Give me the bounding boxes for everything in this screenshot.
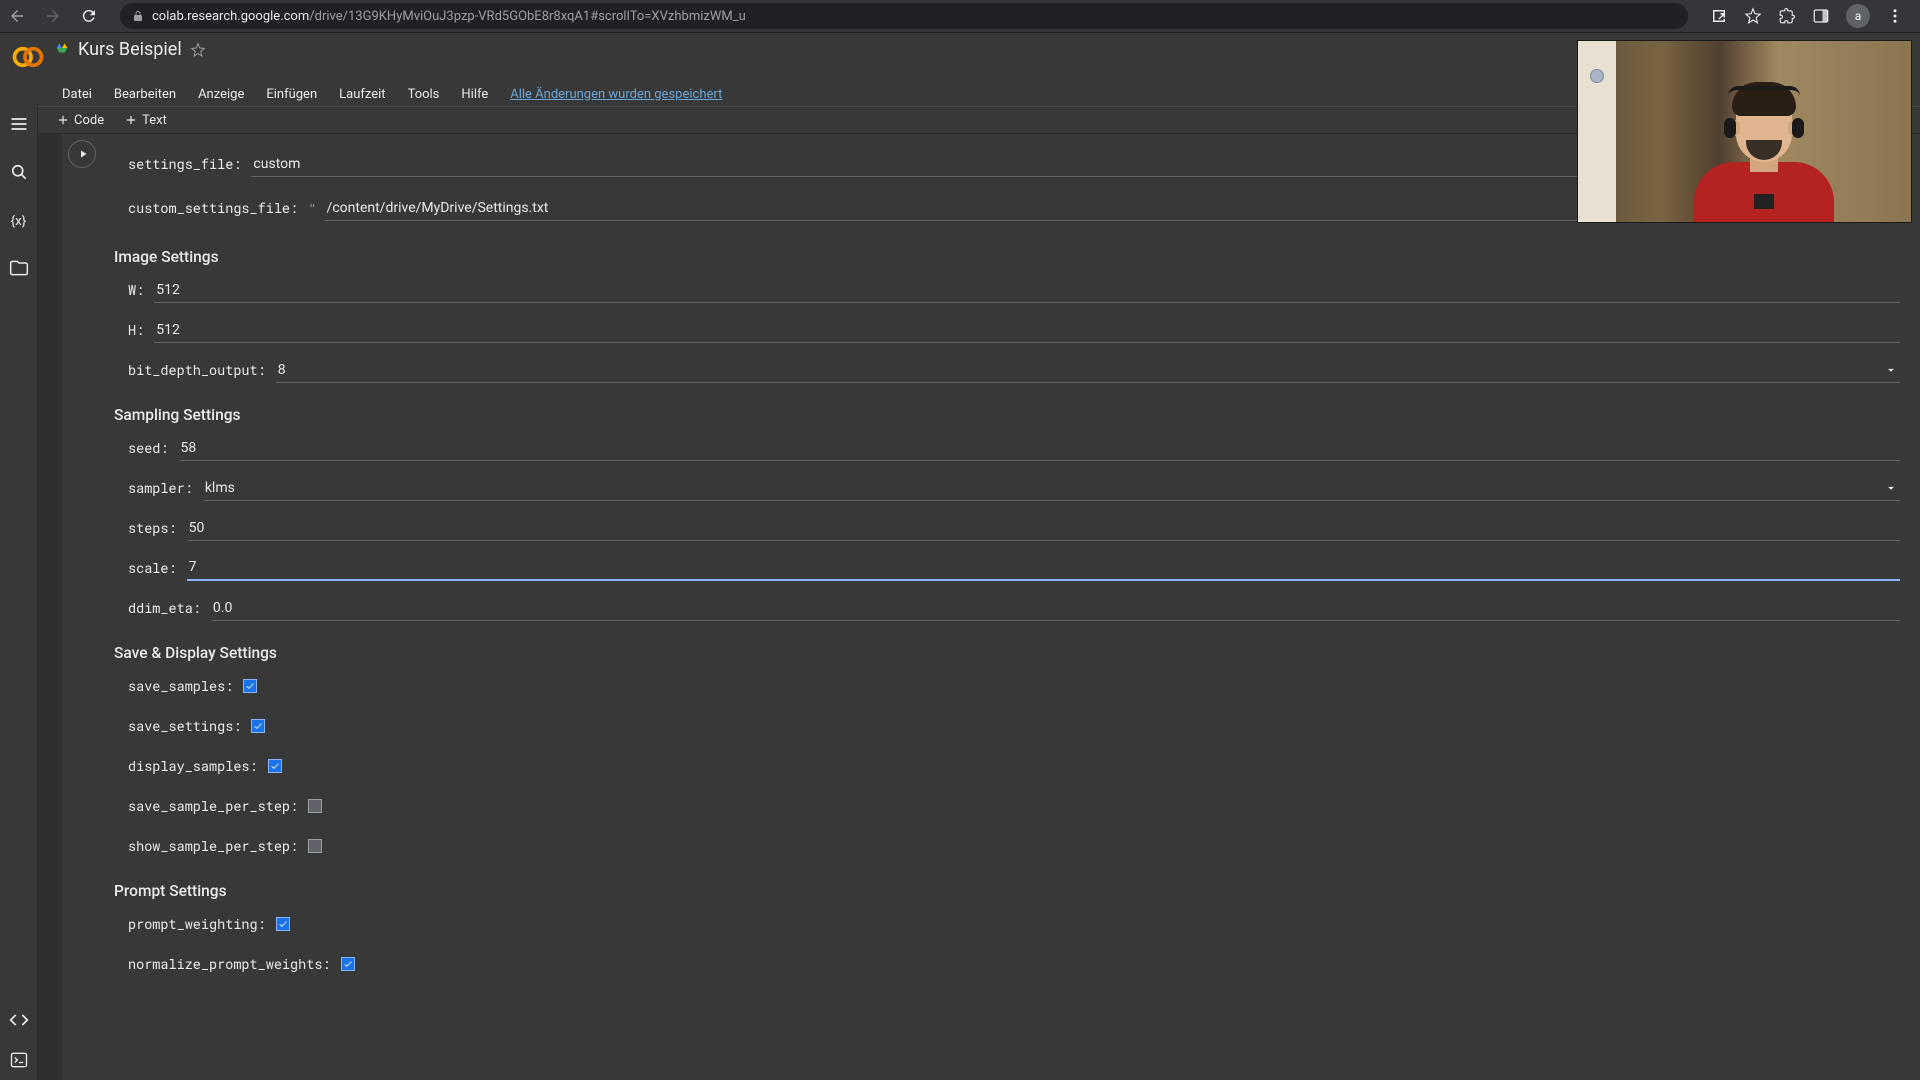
notebook-area: settings_file: custom custom_settings_fi… [38,134,1920,1080]
steps-label: steps: [114,519,177,537]
profile-avatar[interactable]: a [1846,4,1870,28]
menu-bearbeiten[interactable]: Bearbeiten [114,87,176,102]
plus-icon [56,113,70,127]
check-icon [245,681,255,691]
star-outline-icon[interactable] [190,42,206,58]
lock-icon [132,10,144,22]
colab-logo[interactable] [10,39,46,75]
terminal-icon[interactable] [9,1050,29,1070]
menu-datei[interactable]: Datei [62,87,92,102]
show-sample-per-step-label: show_sample_per_step: [114,837,298,855]
menu-tools[interactable]: Tools [408,87,440,102]
install-icon[interactable] [1710,7,1728,25]
bit-depth-label: bit_depth_output: [114,361,266,379]
custom-settings-file-label: custom_settings_file: [114,199,298,217]
ddim-eta-input[interactable] [211,596,1900,621]
play-icon [77,148,89,160]
extensions-icon[interactable] [1778,7,1796,25]
quote-char: " [308,199,316,218]
check-icon [270,761,280,771]
save-status[interactable]: Alle Änderungen wurden gespeichert [510,87,722,102]
steps-input[interactable] [187,516,1900,541]
menu-hilfe[interactable]: Hilfe [461,87,488,102]
seed-input[interactable] [179,436,1900,461]
normalize-prompt-weights-checkbox[interactable] [341,957,355,971]
sampling-settings-header: Sampling Settings [114,406,1900,424]
bit-depth-value: 8 [278,362,286,378]
menu-anzeige[interactable]: Anzeige [198,87,244,102]
seed-label: seed: [114,439,169,457]
cell-gutter [38,134,62,1080]
search-icon[interactable] [9,162,29,182]
display-samples-checkbox[interactable] [268,759,282,773]
reload-icon[interactable] [80,7,98,25]
back-icon[interactable] [8,7,26,25]
menu-einfuegen[interactable]: Einfügen [266,87,317,102]
prompt-weighting-label: prompt_weighting: [114,915,266,933]
image-settings-header: Image Settings [114,248,1900,266]
forward-icon[interactable] [44,7,62,25]
code-snippets-icon[interactable] [9,1010,29,1030]
svg-text:{x}: {x} [10,214,26,229]
notebook-title[interactable]: Kurs Beispiel [78,39,182,60]
add-text-label: Text [142,113,167,128]
sampler-value: klms [205,480,235,496]
menu-laufzeit[interactable]: Laufzeit [339,87,385,102]
chevron-down-icon [1884,481,1898,495]
h-input[interactable] [154,318,1900,343]
save-display-header: Save & Display Settings [114,644,1900,662]
bit-depth-select[interactable]: 8 [276,358,1900,383]
chevron-down-icon [1884,363,1898,377]
check-icon [278,919,288,929]
add-code-button[interactable]: Code [56,113,104,128]
side-panel-icon[interactable] [1812,7,1830,25]
cell-form: settings_file: custom custom_settings_fi… [114,144,1900,984]
left-rail: {x} [0,106,38,1080]
save-settings-label: save_settings: [114,717,241,735]
files-icon[interactable] [9,258,29,278]
sampler-label: sampler: [114,479,193,497]
prompt-settings-header: Prompt Settings [114,882,1900,900]
scale-label: scale: [114,559,177,577]
webcam-overlay [1577,40,1912,223]
w-label: W: [114,281,144,299]
display-samples-label: display_samples: [114,757,258,775]
show-sample-per-step-checkbox[interactable] [308,839,322,853]
drive-icon [54,42,70,58]
variables-icon[interactable]: {x} [9,210,29,230]
settings-file-value: custom [253,156,300,172]
url-text: colab.research.google.com/drive/13G9KHyM… [152,9,1676,24]
webcam-indicator-icon [1590,69,1604,83]
save-sample-per-step-label: save_sample_per_step: [114,797,298,815]
save-settings-checkbox[interactable] [251,719,265,733]
prompt-weighting-checkbox[interactable] [276,917,290,931]
plus-icon [124,113,138,127]
add-text-button[interactable]: Text [124,113,167,128]
ddim-eta-label: ddim_eta: [114,599,201,617]
star-icon[interactable] [1744,7,1762,25]
toc-icon[interactable] [9,114,29,134]
h-label: H: [114,321,144,339]
normalize-prompt-weights-label: normalize_prompt_weights: [114,955,331,973]
add-code-label: Code [74,113,104,128]
browser-toolbar: colab.research.google.com/drive/13G9KHyM… [0,0,1920,33]
check-icon [343,959,353,969]
run-cell-button[interactable] [68,140,96,168]
check-icon [253,721,263,731]
save-samples-checkbox[interactable] [243,679,257,693]
address-bar[interactable]: colab.research.google.com/drive/13G9KHyM… [120,3,1688,29]
menu-icon[interactable] [1886,7,1904,25]
settings-file-label: settings_file: [114,155,241,173]
sampler-select[interactable]: klms [203,476,1900,501]
scale-input[interactable] [187,555,1900,581]
save-sample-per-step-checkbox[interactable] [308,799,322,813]
w-input[interactable] [154,278,1900,303]
save-samples-label: save_samples: [114,677,233,695]
